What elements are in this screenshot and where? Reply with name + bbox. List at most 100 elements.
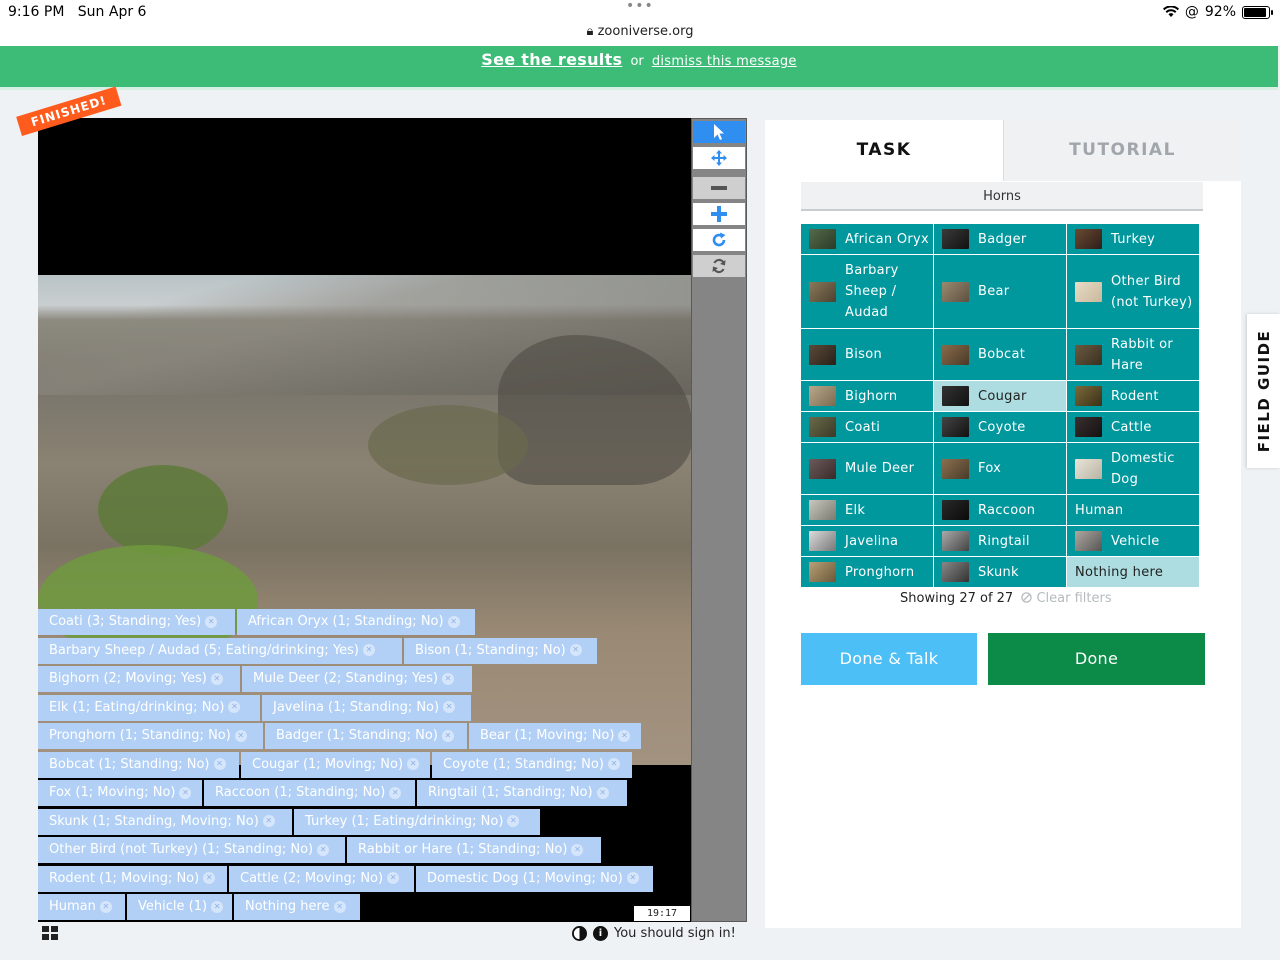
choice-nothing-here[interactable]: Nothing here — [1067, 557, 1200, 588]
choice-rodent[interactable]: Rodent — [1067, 381, 1200, 412]
annotation-chip[interactable]: Bear (1; Moving; No) ✕ — [469, 723, 641, 749]
choice-african-oryx[interactable]: African Oryx — [801, 224, 934, 255]
dismiss-message-link[interactable]: dismiss this message — [652, 54, 797, 69]
choice-raccoon[interactable]: Raccoon — [934, 495, 1067, 526]
remove-annotation-icon[interactable]: ✕ — [210, 672, 223, 685]
remove-annotation-icon[interactable]: ✕ — [211, 900, 224, 913]
pan-button[interactable] — [693, 147, 745, 169]
remove-annotation-icon[interactable]: ✕ — [333, 900, 346, 913]
annotation-chip[interactable]: Fox (1; Moving; No) ✕ — [38, 780, 202, 806]
annotation-chip[interactable]: Bighorn (2; Moving; Yes) ✕ — [38, 666, 240, 692]
choice-bison[interactable]: Bison — [801, 329, 934, 381]
choice-rabbit-or-hare[interactable]: Rabbit or Hare — [1067, 329, 1200, 381]
remove-annotation-icon[interactable]: ✕ — [317, 843, 330, 856]
remove-annotation-icon[interactable]: ✕ — [99, 900, 112, 913]
choice-javelina[interactable]: Javelina — [801, 526, 934, 557]
choice-badger[interactable]: Badger — [934, 224, 1067, 255]
remove-annotation-icon[interactable]: ✕ — [228, 701, 241, 713]
select-pointer-button[interactable] — [693, 121, 745, 143]
remove-annotation-icon[interactable]: ✕ — [607, 758, 620, 770]
choice-fox[interactable]: Fox — [934, 443, 1067, 495]
annotation-chip[interactable]: Vehicle (1) ✕ — [127, 894, 232, 920]
choice-skunk[interactable]: Skunk — [934, 557, 1067, 588]
info-icon[interactable]: i — [593, 926, 608, 941]
choice-bobcat[interactable]: Bobcat — [934, 329, 1067, 381]
remove-annotation-icon[interactable]: ✕ — [389, 786, 402, 799]
grid-view-icon[interactable] — [42, 926, 58, 940]
annotation-chip[interactable]: Turkey (1; Eating/drinking; No) ✕ — [294, 808, 540, 835]
annotation-chip[interactable]: Cattle (2; Moving; No) ✕ — [229, 865, 414, 892]
remove-annotation-icon[interactable]: ✕ — [507, 815, 520, 827]
tab-task[interactable]: TASK — [765, 120, 1003, 181]
annotation-chip[interactable]: Barbary Sheep / Audad (5; Eating/drinkin… — [38, 637, 402, 664]
choice-human[interactable]: Human — [1067, 495, 1200, 526]
remove-annotation-icon[interactable]: ✕ — [213, 758, 226, 770]
annotation-chip[interactable]: Badger (1; Standing; No) ✕ — [265, 723, 467, 749]
annotation-chip[interactable]: Bobcat (1; Standing; No) ✕ — [38, 751, 239, 778]
choice-coati[interactable]: Coati — [801, 412, 934, 443]
done-and-talk-button[interactable]: Done & Talk — [801, 633, 977, 685]
annotation-chip[interactable]: Rodent (1; Moving; No) ✕ — [38, 865, 227, 892]
annotation-chip[interactable]: Coati (3; Standing; Yes) ✕ — [38, 609, 235, 635]
choice-other-bird[interactable]: Other Bird (not Turkey) — [1067, 255, 1200, 329]
remove-annotation-icon[interactable]: ✕ — [179, 786, 192, 799]
remove-annotation-icon[interactable]: ✕ — [571, 843, 584, 856]
choice-barbary-sheep[interactable]: Barbary Sheep / Audad — [801, 255, 934, 329]
remove-annotation-icon[interactable]: ✕ — [205, 615, 218, 628]
remove-annotation-icon[interactable]: ✕ — [626, 872, 639, 884]
remove-annotation-icon[interactable]: ✕ — [596, 786, 609, 799]
zoom-out-button[interactable] — [693, 177, 745, 199]
choice-mule-deer[interactable]: Mule Deer — [801, 443, 934, 495]
annotation-chip[interactable]: Skunk (1; Standing, Moving; No) ✕ — [38, 808, 292, 835]
remove-annotation-icon[interactable]: ✕ — [443, 701, 456, 713]
tab-tutorial[interactable]: TUTORIAL — [1003, 120, 1241, 181]
remove-annotation-icon[interactable]: ✕ — [234, 729, 247, 742]
choice-domestic-dog[interactable]: Domestic Dog — [1067, 443, 1200, 495]
annotation-chip[interactable]: Bison (1; Standing; No) ✕ — [404, 637, 597, 664]
remove-annotation-icon[interactable]: ✕ — [442, 672, 455, 685]
choice-ringtail[interactable]: Ringtail — [934, 526, 1067, 557]
annotation-chip[interactable]: Human ✕ — [38, 894, 125, 920]
choice-elk[interactable]: Elk — [801, 495, 934, 526]
remove-annotation-icon[interactable]: ✕ — [618, 729, 631, 742]
annotation-chip[interactable]: African Oryx (1; Standing; No) ✕ — [237, 609, 475, 635]
choice-bighorn[interactable]: Bighorn — [801, 381, 934, 412]
annotation-chip[interactable]: Mule Deer (2; Standing; Yes) ✕ — [242, 666, 472, 692]
remove-annotation-icon[interactable]: ✕ — [407, 758, 420, 770]
active-filter-horns[interactable]: Horns — [801, 182, 1203, 211]
choice-cougar[interactable]: Cougar — [934, 381, 1067, 412]
browser-menu-dots-icon[interactable]: ••• — [626, 0, 654, 14]
annotation-chip[interactable]: Elk (1; Eating/drinking; No) ✕ — [38, 694, 260, 721]
choice-coyote[interactable]: Coyote — [934, 412, 1067, 443]
choice-pronghorn[interactable]: Pronghorn — [801, 557, 934, 588]
annotation-chip[interactable]: Cougar (1; Moving; No) ✕ — [241, 751, 430, 778]
zoom-in-button[interactable] — [693, 203, 745, 225]
remove-annotation-icon[interactable]: ✕ — [441, 729, 454, 742]
annotation-chip[interactable]: Coyote (1; Standing; No) ✕ — [432, 751, 632, 778]
annotation-chip[interactable]: Nothing here ✕ — [234, 894, 360, 920]
rotate-button[interactable] — [693, 229, 745, 251]
remove-annotation-icon[interactable]: ✕ — [447, 615, 460, 628]
see-results-link[interactable]: See the results — [481, 50, 622, 69]
choice-bear[interactable]: Bear — [934, 255, 1067, 329]
done-button[interactable]: Done — [988, 633, 1205, 685]
annotation-chip[interactable]: Other Bird (not Turkey) (1; Standing; No… — [38, 837, 345, 863]
clear-filters-button[interactable]: Clear filters — [1021, 591, 1112, 606]
annotation-chip[interactable]: Pronghorn (1; Standing; No) ✕ — [38, 723, 263, 749]
annotation-chip[interactable]: Ringtail (1; Standing; No) ✕ — [417, 780, 627, 806]
annotation-chip[interactable]: Rabbit or Hare (1; Standing; No) ✕ — [347, 837, 601, 863]
invert-colors-icon[interactable] — [572, 926, 587, 941]
reset-view-button[interactable] — [693, 255, 745, 277]
choice-turkey[interactable]: Turkey — [1067, 224, 1200, 255]
annotation-chip[interactable]: Javelina (1; Standing; No) ✕ — [262, 694, 471, 721]
remove-annotation-icon[interactable]: ✕ — [569, 644, 582, 656]
remove-annotation-icon[interactable]: ✕ — [203, 872, 216, 884]
choice-cattle[interactable]: Cattle — [1067, 412, 1200, 443]
choice-vehicle[interactable]: Vehicle — [1067, 526, 1200, 557]
remove-annotation-icon[interactable]: ✕ — [387, 872, 400, 884]
field-guide-tab[interactable]: FIELD GUIDE — [1247, 314, 1280, 468]
address-bar[interactable]: 🔒︎ zooniverse.org — [0, 24, 1280, 39]
annotation-chip[interactable]: Raccoon (1; Standing; No) ✕ — [204, 780, 415, 806]
annotation-chip[interactable]: Domestic Dog (1; Moving; No) ✕ — [416, 865, 653, 892]
remove-annotation-icon[interactable]: ✕ — [262, 815, 275, 827]
